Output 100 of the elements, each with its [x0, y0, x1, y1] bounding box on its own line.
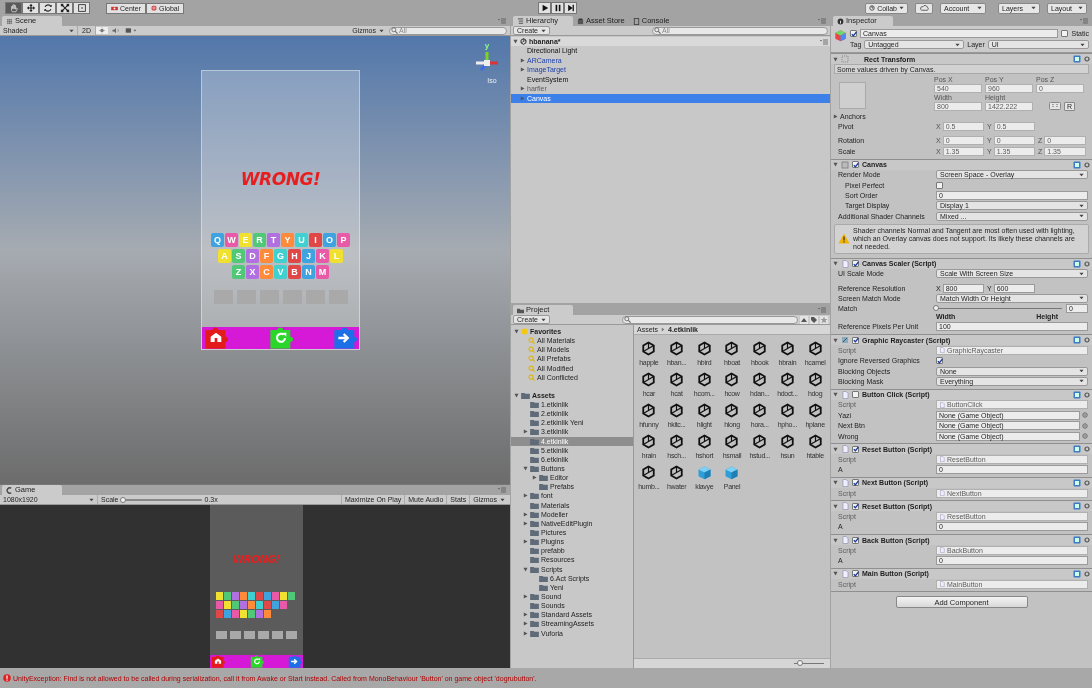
foldout-triangle-icon[interactable]: [833, 480, 838, 486]
slider-thumb[interactable]: [933, 304, 939, 311]
foldout-triangle-icon[interactable]: [833, 537, 838, 543]
gear-icon[interactable]: [1084, 259, 1090, 268]
foldout-triangle-icon[interactable]: [833, 392, 838, 398]
help-book-icon[interactable]: [1073, 160, 1081, 169]
expanded-triangle-icon[interactable]: [523, 466, 528, 472]
enabled-checkbox[interactable]: [852, 161, 859, 169]
gear-icon[interactable]: [1084, 502, 1090, 511]
expanded-triangle-icon[interactable]: [523, 566, 528, 572]
collapsed-triangle-icon[interactable]: [532, 475, 537, 481]
gear-icon[interactable]: [1084, 569, 1090, 578]
gear-icon[interactable]: [1084, 445, 1090, 454]
tool-button[interactable]: [56, 2, 73, 14]
search-field[interactable]: [622, 315, 798, 324]
answer-slot: [258, 631, 269, 639]
help-book-icon[interactable]: [1073, 390, 1081, 399]
enabled-checkbox[interactable]: [852, 391, 859, 399]
letter-tile[interactable]: H: [288, 249, 301, 263]
collapsed-triangle-icon[interactable]: [523, 493, 528, 499]
active-checkbox[interactable]: [850, 30, 857, 37]
foldout-triangle-icon[interactable]: [833, 503, 838, 509]
checkbox[interactable]: [936, 357, 943, 365]
enabled-checkbox[interactable]: [852, 536, 859, 544]
help-book-icon[interactable]: [1073, 536, 1081, 545]
cloud-icon: [919, 5, 929, 11]
enabled-checkbox[interactable]: [852, 260, 859, 267]
check-icon: [936, 357, 943, 364]
game-object-cube-icon: [834, 29, 847, 42]
foldout-triangle-icon[interactable]: [833, 261, 838, 266]
unity-logo-icon: [669, 341, 685, 356]
play-button[interactable]: [538, 2, 552, 14]
gear-icon[interactable]: [1084, 336, 1090, 345]
script-file-icon: [939, 581, 945, 588]
enabled-checkbox[interactable]: [852, 502, 859, 510]
gear-icon[interactable]: [1084, 390, 1090, 399]
script-file-icon: [841, 445, 849, 454]
gear-icon[interactable]: [1084, 55, 1090, 63]
help-book-icon[interactable]: [1073, 336, 1081, 345]
filter-by-type-icon[interactable]: [800, 315, 808, 324]
tool-button[interactable]: [73, 2, 90, 14]
collapsed-triangle-icon[interactable]: [523, 594, 528, 599]
check-icon: [852, 480, 859, 486]
star-icon[interactable]: [820, 315, 828, 324]
unity-logo-icon: [807, 372, 823, 387]
store-tab-icon: [577, 17, 584, 25]
slider-thumb[interactable]: [120, 496, 127, 503]
enabled-checkbox[interactable]: [852, 570, 859, 578]
cube-icon: [724, 465, 740, 480]
foldout-triangle-icon[interactable]: [833, 446, 838, 452]
scene-menu-icon[interactable]: [820, 38, 828, 45]
tag-icon[interactable]: [810, 315, 818, 324]
effects-dropdown-icon[interactable]: [123, 27, 138, 34]
collapsed-triangle-icon[interactable]: [523, 539, 528, 545]
help-book-icon[interactable]: [1073, 259, 1081, 268]
dropdown-caret-icon: [1079, 271, 1084, 276]
dropdown-caret-icon: [69, 28, 74, 33]
foldout-triangle-icon[interactable]: [833, 162, 838, 168]
next-button-drawing[interactable]: [288, 655, 302, 668]
pause-button[interactable]: [551, 2, 565, 14]
next-button-drawing[interactable]: [333, 327, 357, 349]
expanded-triangle-icon[interactable]: [514, 392, 519, 398]
help-book-icon[interactable]: [1073, 502, 1081, 511]
unity-logo-icon: [779, 372, 795, 387]
enabled-checkbox[interactable]: [852, 479, 859, 487]
foldout-triangle-icon[interactable]: [833, 571, 838, 577]
help-book-icon[interactable]: [1073, 55, 1081, 63]
refresh-button-drawing[interactable]: [268, 327, 293, 349]
help-book-icon[interactable]: [1073, 569, 1081, 578]
step-button[interactable]: [564, 2, 578, 14]
help-book-icon[interactable]: [1073, 445, 1081, 454]
tool-button[interactable]: [22, 2, 39, 14]
enabled-checkbox[interactable]: [852, 445, 859, 453]
refresh-button-drawing[interactable]: [249, 655, 264, 668]
gear-icon[interactable]: [1084, 160, 1090, 169]
gear-icon[interactable]: [1084, 536, 1090, 545]
checkbox[interactable]: [936, 181, 943, 189]
enabled-checkbox[interactable]: [852, 336, 859, 344]
foldout-triangle-icon[interactable]: [833, 337, 838, 343]
letter-tile[interactable]: I: [309, 233, 322, 247]
scale-slider[interactable]: [121, 498, 202, 501]
expanded-triangle-icon[interactable]: [513, 39, 518, 44]
cloud-button[interactable]: [915, 2, 933, 14]
help-book-icon[interactable]: [1073, 479, 1081, 487]
error-icon: [3, 674, 11, 682]
static-checkbox[interactable]: [1061, 30, 1069, 37]
light-toggle-icon[interactable]: [95, 27, 108, 34]
letter-tile[interactable]: B: [288, 265, 301, 279]
tool-button[interactable]: [39, 2, 56, 14]
blueprint-mode-icon[interactable]: [1049, 102, 1061, 110]
unity-logo-icon: [641, 465, 657, 480]
gear-icon[interactable]: [1084, 479, 1090, 487]
slider-thumb[interactable]: [797, 660, 803, 666]
home-button-drawing[interactable]: [211, 655, 225, 668]
collapsed-triangle-icon[interactable]: [523, 429, 528, 435]
home-button-drawing[interactable]: [204, 327, 228, 349]
unity-logo-icon: [641, 403, 657, 418]
foldout-triangle-icon[interactable]: [833, 56, 838, 62]
expanded-triangle-icon[interactable]: [514, 329, 519, 335]
collapsed-triangle-icon[interactable]: [833, 113, 838, 119]
